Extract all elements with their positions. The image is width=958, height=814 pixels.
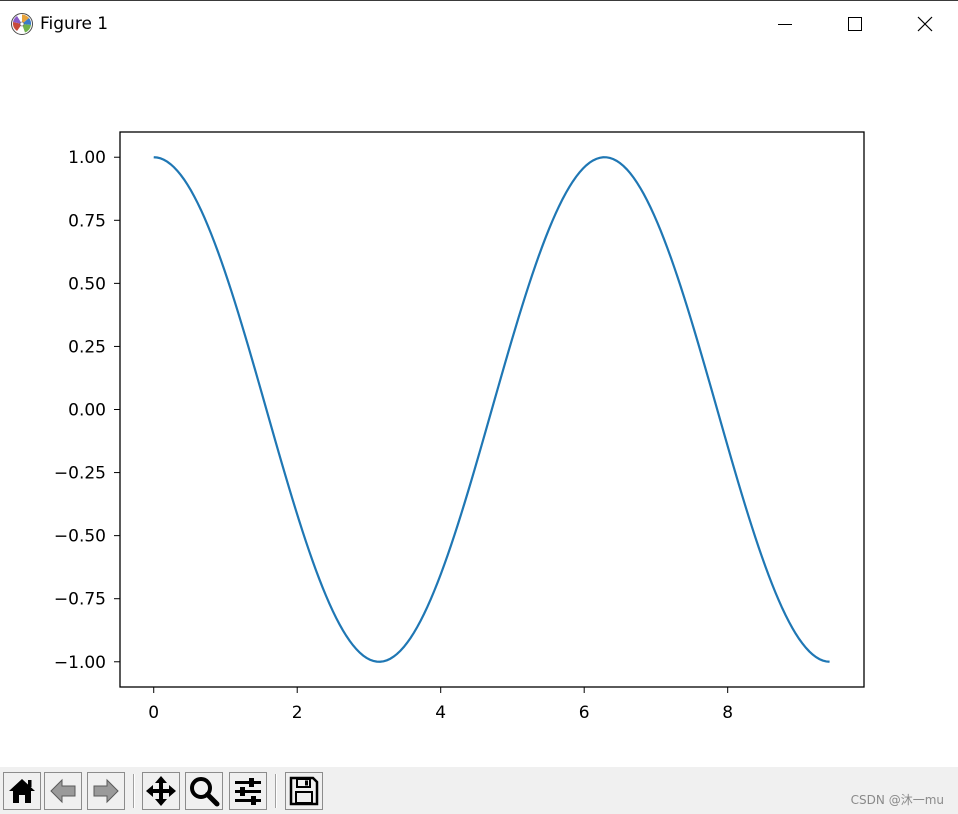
- y-tick-label: −0.50: [54, 527, 106, 547]
- navigation-toolbar: [0, 767, 958, 814]
- y-tick-label: −0.25: [54, 464, 106, 484]
- y-tick-label: −1.00: [54, 653, 106, 673]
- maximize-icon: [848, 17, 862, 31]
- floppy-disk-icon: [289, 776, 319, 806]
- home-button[interactable]: [3, 772, 41, 810]
- figure-window: Figure 1 1.00 0.75 0.50 0.25 0.00 −0.25 −0.50 −…: [0, 0, 958, 814]
- y-tick-label: 1.00: [68, 148, 106, 168]
- magnifier-icon: [190, 777, 220, 807]
- x-tick-label: 6: [579, 703, 590, 723]
- pan-button[interactable]: [142, 772, 180, 810]
- y-tick-label: 0.50: [68, 274, 106, 294]
- forward-button[interactable]: [87, 772, 125, 810]
- arrow-left-icon: [50, 778, 76, 804]
- y-tick-label: 0.75: [68, 211, 106, 231]
- close-button[interactable]: [890, 1, 958, 47]
- x-tick-label: 8: [722, 703, 733, 723]
- matplotlib-logo-icon: [11, 13, 33, 35]
- configure-subplots-button[interactable]: [229, 772, 267, 810]
- back-button[interactable]: [44, 772, 82, 810]
- home-icon: [9, 779, 35, 803]
- minimize-icon: [778, 24, 792, 25]
- save-button[interactable]: [285, 772, 323, 810]
- watermark-text: CSDN @沐一mu: [850, 793, 944, 807]
- y-tick-label: 0.00: [68, 401, 106, 421]
- zoom-button[interactable]: [185, 772, 223, 810]
- move-icon: [146, 776, 176, 806]
- sliders-icon: [235, 778, 261, 805]
- maximize-button[interactable]: [820, 1, 890, 47]
- x-tick-label: 2: [292, 703, 303, 723]
- figure-canvas[interactable]: 1.00 0.75 0.50 0.25 0.00 −0.25 −0.50 −0.75 −1.00…: [0, 47, 958, 767]
- x-tick-label: 0: [148, 703, 159, 723]
- toolbar-separator: [133, 774, 135, 808]
- x-axis: 0 2 4 6 8: [148, 687, 733, 723]
- y-tick-label: −0.75: [54, 590, 106, 610]
- arrow-right-icon: [93, 778, 119, 804]
- cosine-series-line: [153, 156, 830, 663]
- line-chart: 1.00 0.75 0.50 0.25 0.00 −0.25 −0.50 −0.75 −1.00…: [54, 131, 865, 723]
- minimize-button[interactable]: [750, 1, 820, 47]
- window-title: Figure 1: [40, 14, 109, 34]
- title-bar[interactable]: Figure 1: [0, 1, 958, 47]
- toolbar-separator: [275, 774, 277, 808]
- y-tick-label: 0.25: [68, 337, 106, 357]
- close-icon: [917, 16, 933, 32]
- y-axis: 1.00 0.75 0.50 0.25 0.00 −0.25 −0.50 −0.75 −1.00: [54, 148, 120, 673]
- x-tick-label: 4: [435, 703, 446, 723]
